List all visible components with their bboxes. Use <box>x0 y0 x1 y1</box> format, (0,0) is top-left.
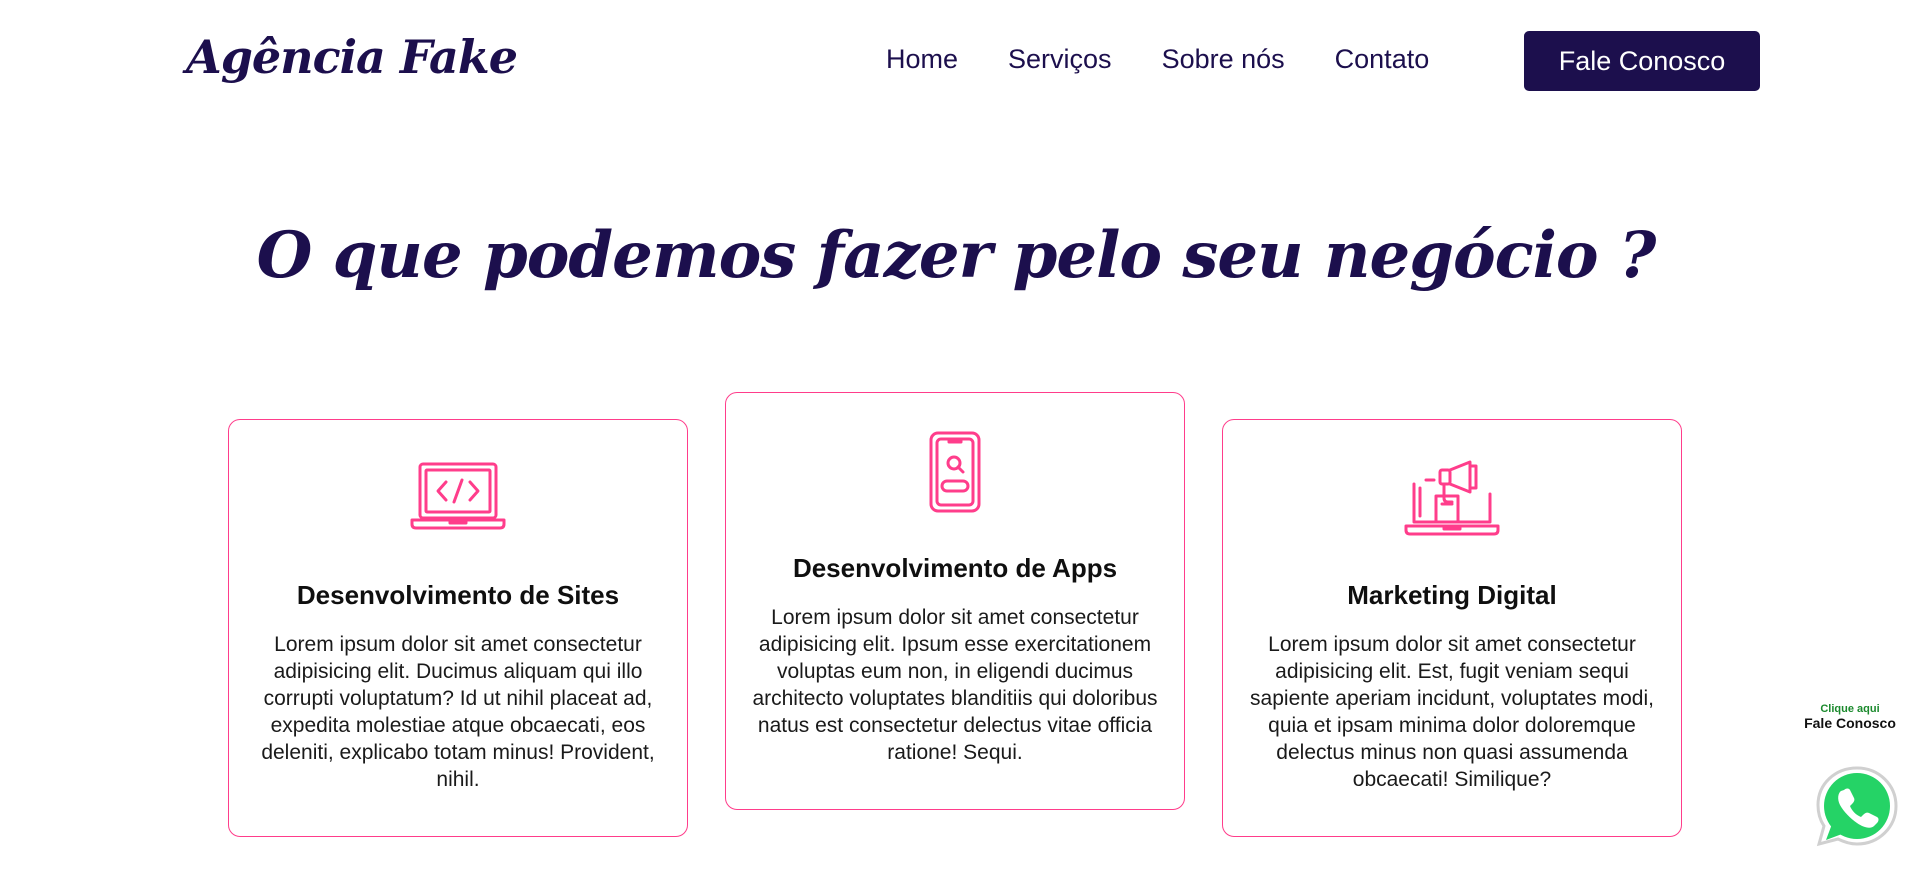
main-nav: Home Serviços Sobre nós Contato <box>886 44 1479 75</box>
mobile-search-icon <box>929 431 981 513</box>
card-text: Lorem ipsum dolor sit amet consectetur a… <box>1250 633 1654 791</box>
card-title: Desenvolvimento de Apps <box>792 553 1118 583</box>
whatsapp-icon <box>1816 766 1898 847</box>
nav-sobre-nos[interactable]: Sobre nós <box>1162 44 1285 75</box>
card-text: Lorem ipsum dolor sit amet consectetur a… <box>261 633 655 791</box>
nav-servicos[interactable]: Serviços <box>1008 44 1112 75</box>
section-title: O que podemos fazer pelo seu negócio ? <box>256 218 1657 293</box>
service-card-marketing: Marketing Digital Lorem ipsum dolor sit … <box>1222 419 1682 837</box>
site-header: Agência Fake Home Serviços Sobre nós Con… <box>0 0 1912 124</box>
laptop-code-icon <box>410 462 506 530</box>
nav-contato[interactable]: Contato <box>1335 44 1430 75</box>
laptop-megaphone-icon <box>1404 460 1500 536</box>
whatsapp-small-label: Clique aqui <box>1820 703 1880 715</box>
card-text: Lorem ipsum dolor sit amet consectetur a… <box>752 606 1158 764</box>
logo[interactable]: Agência Fake <box>186 30 518 84</box>
whatsapp-label[interactable]: Clique aqui Fale Conosco <box>1790 702 1910 730</box>
card-title: Marketing Digital <box>1347 580 1557 610</box>
fale-conosco-button[interactable]: Fale Conosco <box>1524 31 1760 91</box>
whatsapp-big-label: Fale Conosco <box>1804 715 1896 731</box>
card-title: Desenvolvimento de Sites <box>296 580 620 610</box>
service-card-sites: Desenvolvimento de Sites Lorem ipsum dol… <box>228 419 688 837</box>
nav-home[interactable]: Home <box>886 44 958 75</box>
service-card-apps: Desenvolvimento de Apps Lorem ipsum dolo… <box>725 392 1185 810</box>
whatsapp-button[interactable] <box>1812 762 1902 852</box>
